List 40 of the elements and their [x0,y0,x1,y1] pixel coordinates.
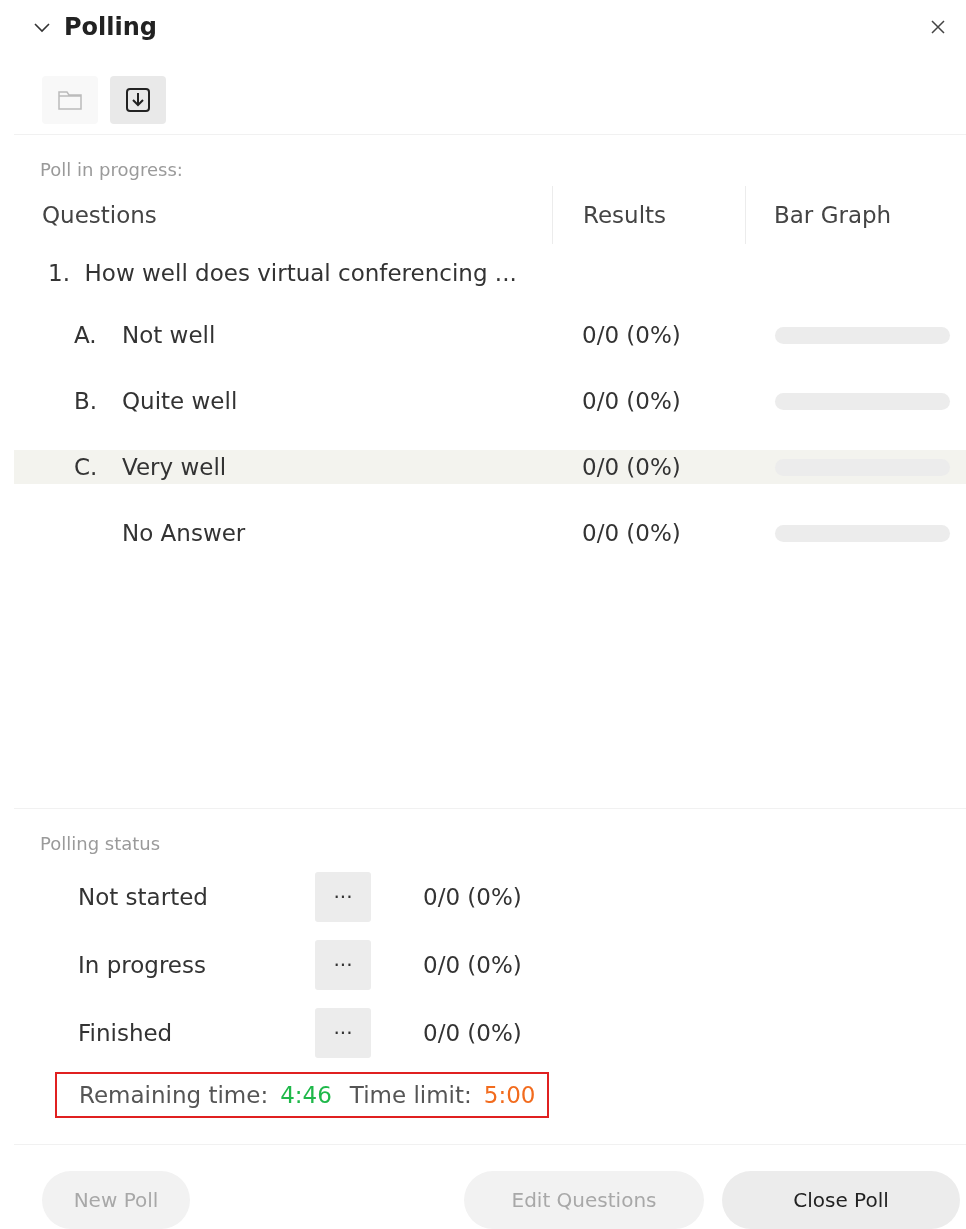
poll-button[interactable]: Close Poll [722,1171,960,1229]
answer-row[interactable]: A. Not well 0/0 (0%) [14,318,966,352]
answer-text: Quite well [122,388,238,414]
column-header: Results [552,186,745,244]
answer-result: 0/0 (0%) [582,454,682,480]
panel-title: Polling [64,13,159,41]
status-label: Finished [78,1020,174,1046]
remaining-label: Remaining time: [79,1082,269,1108]
question-text: 1. How well does virtual conferencing ... [47,259,518,286]
more-button[interactable]: ··· [315,872,371,922]
close-icon[interactable] [930,19,946,35]
answer-text: Very well [122,454,227,480]
answer-letter: B. [74,388,99,414]
answer-text: Not well [122,322,216,348]
status-label: Not started [78,884,209,910]
status-result: 0/0 (0%) [423,884,522,910]
answer-row[interactable]: No Answer 0/0 (0%) [14,516,966,550]
remaining-time: 4:46 [280,1082,332,1108]
answer-text: No Answer [122,520,246,546]
answer-row[interactable]: B. Quite well 0/0 (0%) [14,384,966,418]
answer-letter: C. [74,454,99,480]
answer-result: 0/0 (0%) [582,322,682,348]
column-header: Bar Graph [745,186,892,244]
status-result: 0/0 (0%) [423,952,522,978]
folder-icon [57,89,83,111]
answer-row[interactable]: C. Very well 0/0 (0%) [14,450,966,484]
status-label: In progress [78,952,207,978]
poll-caption: Poll in progress: [39,158,184,180]
answer-letter: A. [74,322,98,348]
column-header: Questions [41,201,158,230]
time-limit: 5:00 [483,1082,536,1108]
download-button[interactable] [110,76,166,124]
answer-result: 0/0 (0%) [582,388,682,414]
more-button[interactable]: ··· [315,1008,371,1058]
answer-result: 0/0 (0%) [582,520,682,546]
status-result: 0/0 (0%) [423,1020,522,1046]
status-caption: Polling status [39,832,162,854]
download-icon [125,87,151,113]
more-button[interactable]: ··· [315,940,371,990]
limit-label: Time limit: [349,1082,472,1108]
